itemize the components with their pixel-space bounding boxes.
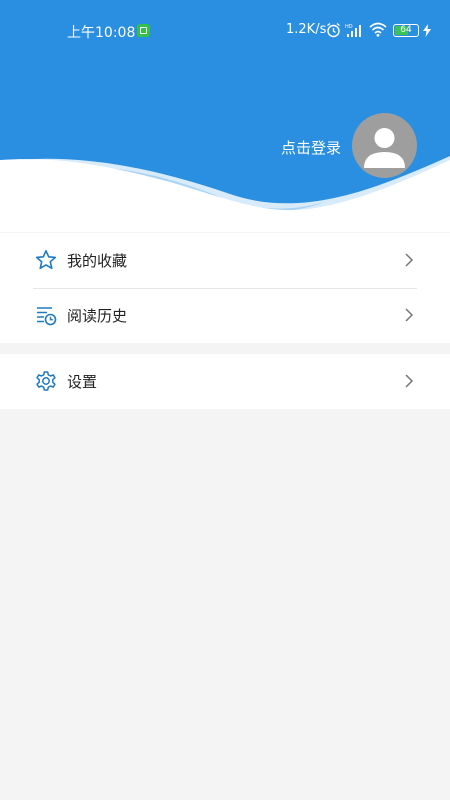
menu-item-settings[interactable]: 设置 [0,354,450,409]
menu-group-main: 我的收藏 阅读历史 [0,233,450,343]
chevron-right-icon [405,253,414,267]
menu-group-settings: 设置 [0,354,450,409]
chevron-right-icon [405,308,414,322]
network-speed: 1.2K/s [286,22,327,37]
battery-level: 64 [400,25,412,35]
star-icon [35,250,57,270]
history-label: 阅读历史 [67,307,128,325]
menu-item-favorites[interactable]: 我的收藏 [0,233,450,288]
battery-icon: 64 [393,24,419,37]
history-list-icon [37,307,57,326]
user-avatar-icon[interactable] [352,113,417,178]
status-time: 上午10:08 [67,25,136,41]
charging-icon [423,24,431,37]
favorites-label: 我的收藏 [67,252,128,270]
alarm-icon [327,22,340,38]
status-bar: 上午10:08 1.2K/s HD 64 [0,0,450,62]
notification-icon [137,24,150,37]
menu-item-history[interactable]: 阅读历史 [0,288,450,343]
login-link[interactable]: 点击登录 [281,137,341,158]
chevron-right-icon [405,374,414,388]
wifi-icon [369,22,387,37]
hd-signal-icon: HD [345,24,361,37]
settings-label: 设置 [67,373,98,391]
gear-icon [36,371,56,391]
svg-text:HD: HD [345,24,353,30]
profile-header: 上午10:08 1.2K/s HD 64 点击登录 [0,0,450,232]
